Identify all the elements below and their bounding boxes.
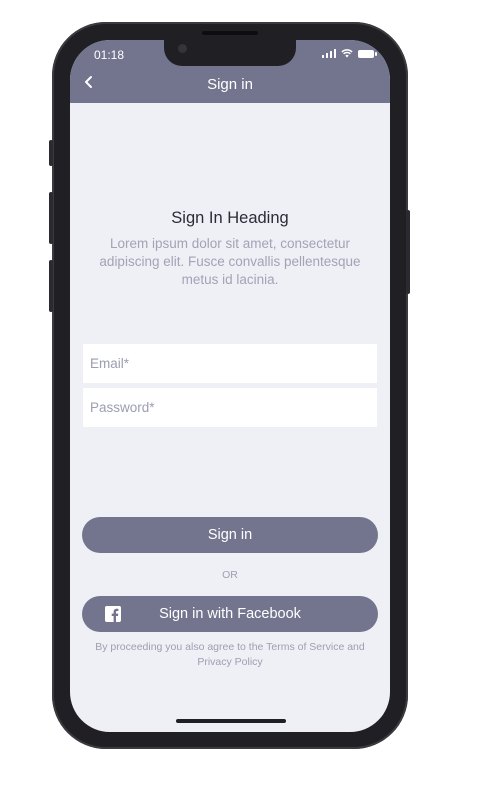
status-time: 01:18 bbox=[94, 48, 125, 62]
facebook-sign-in-button[interactable]: Sign in with Facebook bbox=[82, 596, 378, 632]
status-icons bbox=[321, 49, 377, 58]
navigation-bar: 01:18 Sign in bbox=[70, 40, 390, 103]
volume-down-button bbox=[49, 260, 53, 312]
silent-switch bbox=[49, 140, 53, 166]
front-camera bbox=[178, 44, 187, 53]
sign-in-button[interactable]: Sign in bbox=[82, 517, 378, 553]
page-heading: Sign In Heading bbox=[171, 209, 289, 227]
power-button bbox=[406, 210, 410, 294]
battery-icon bbox=[358, 50, 377, 58]
facebook-button-label: Sign in with Facebook bbox=[159, 606, 301, 622]
email-field[interactable] bbox=[83, 344, 377, 383]
app-screen: 01:18 Sign in Sign In Heading Lorem ipsu… bbox=[70, 40, 390, 732]
wifi-icon bbox=[341, 49, 353, 58]
password-field[interactable] bbox=[83, 388, 377, 427]
or-divider: OR bbox=[222, 569, 238, 581]
earpiece-speaker bbox=[202, 31, 258, 35]
home-indicator bbox=[176, 719, 286, 723]
nav-title: Sign in bbox=[207, 76, 253, 93]
camera-notch bbox=[164, 40, 296, 66]
facebook-icon bbox=[105, 606, 121, 622]
volume-up-button bbox=[49, 192, 53, 244]
page-subtext: Lorem ipsum dolor sit amet, consectetur … bbox=[99, 236, 361, 287]
terms-text: By proceeding you also agree to the Term… bbox=[95, 641, 365, 668]
sign-in-button-label: Sign in bbox=[207, 527, 253, 543]
signal-icon bbox=[321, 49, 336, 58]
